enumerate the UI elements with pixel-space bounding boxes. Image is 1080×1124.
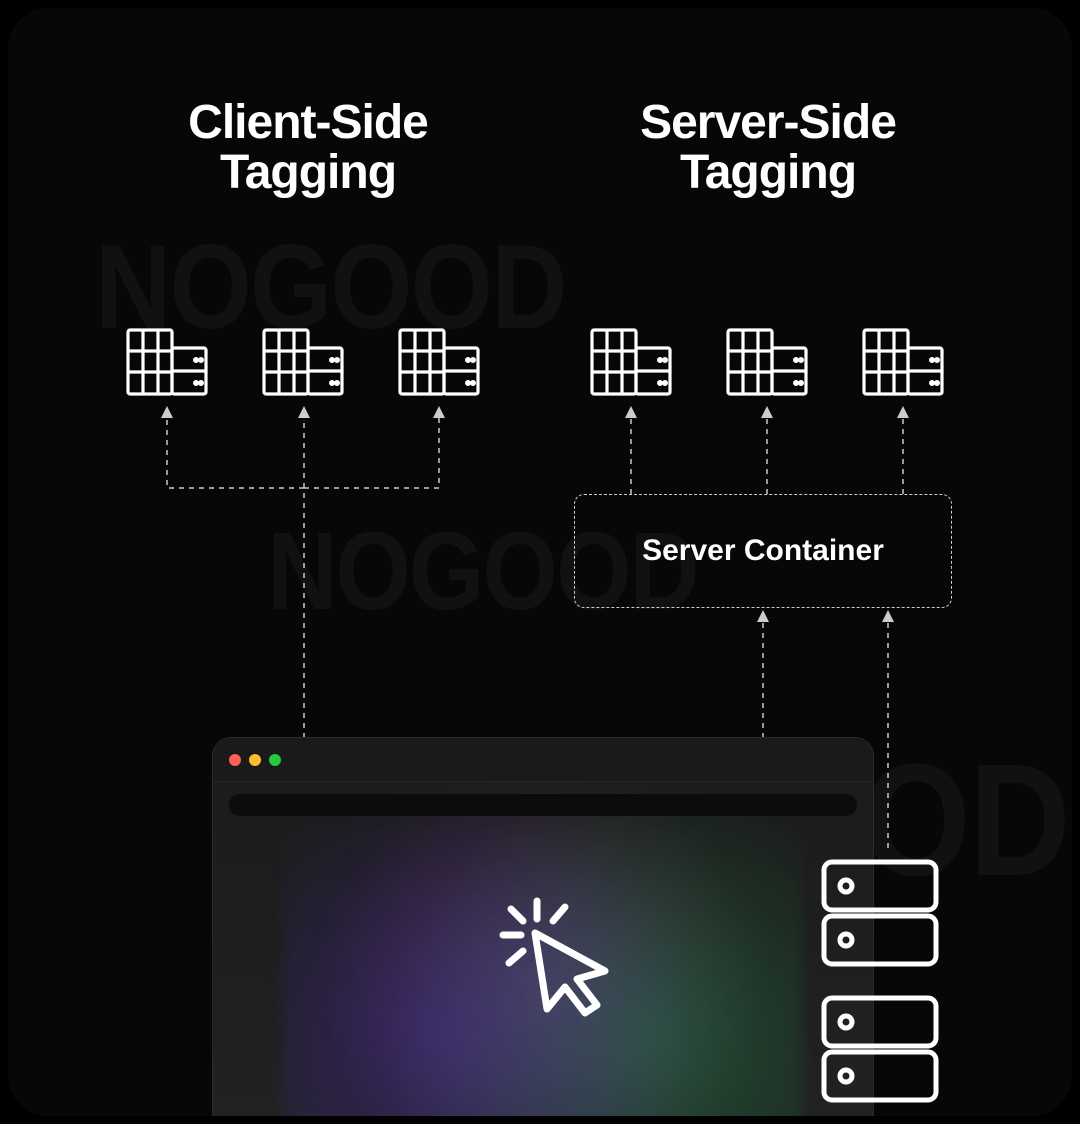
window-close-icon [229, 754, 241, 766]
cursor-click-icon [493, 893, 613, 1013]
diagram-canvas: NOGOOD NOGOOD NOGOOD Client-Side Tagging… [8, 8, 1072, 1116]
heading-client-side: Client-Side Tagging [108, 98, 508, 199]
window-minimize-icon [249, 754, 261, 766]
server-stack-icon [820, 858, 940, 1116]
heading-server-side: Server-Side Tagging [568, 98, 968, 199]
database-grid-icon [126, 328, 208, 396]
server-container-label: Server Container [642, 534, 884, 568]
browser-titlebar [213, 738, 873, 782]
database-grid-icon [862, 328, 944, 396]
database-grid-icon [262, 328, 344, 396]
window-maximize-icon [269, 754, 281, 766]
database-grid-icon [726, 328, 808, 396]
server-container-box: Server Container [574, 494, 952, 608]
database-grid-icon [398, 328, 480, 396]
browser-address-bar [229, 794, 857, 816]
database-grid-icon [590, 328, 672, 396]
